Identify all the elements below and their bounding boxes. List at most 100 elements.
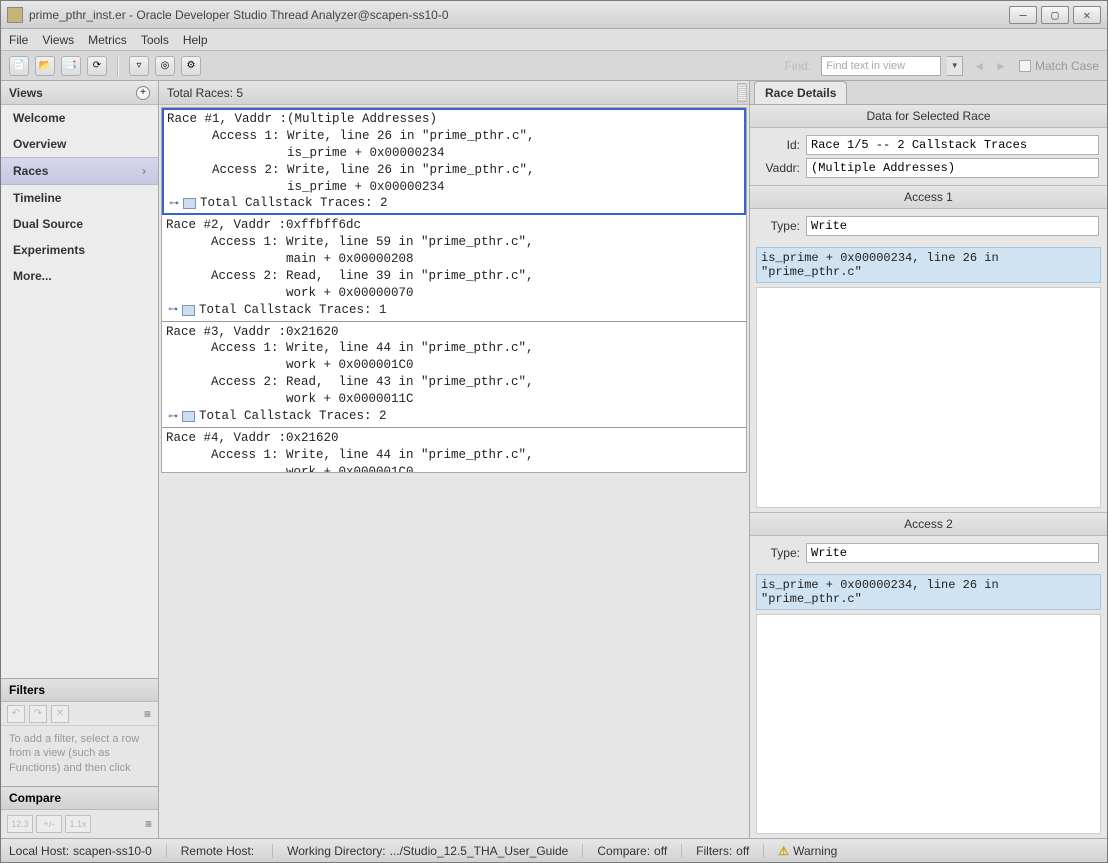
nav-dual-source[interactable]: Dual Source [1, 211, 158, 237]
filter-icon[interactable]: ▿ [129, 56, 149, 76]
a1-type-label: Type: [758, 219, 800, 233]
toolbar-btn-4[interactable]: ⟳ [87, 56, 107, 76]
folder-icon [182, 411, 195, 422]
find-next-icon[interactable]: ► [995, 59, 1007, 73]
race-summary-text: Total Callstack Traces: 1 [199, 302, 387, 319]
race-summary-text: Total Callstack Traces: 2 [199, 408, 387, 425]
race-item-2[interactable]: Race #2, Vaddr :0xffbff6dc Access 1: Wri… [162, 215, 746, 321]
race-list[interactable]: Race #1, Vaddr :(Multiple Addresses) Acc… [161, 107, 747, 473]
a2-type-value: Write [806, 543, 1099, 563]
toolbar-btn-6[interactable]: ◎ [155, 56, 175, 76]
compare-btn-2[interactable]: +/- [36, 815, 62, 833]
compare-menu-icon[interactable]: ≡ [145, 817, 152, 831]
race-details-tab[interactable]: Race Details [754, 81, 847, 104]
status-local-value: scapen-ss10-0 [73, 844, 152, 858]
race-summary-row[interactable]: ⊶ Total Callstack Traces: 2 [166, 408, 742, 425]
close-button[interactable]: ✕ [1073, 6, 1101, 24]
folder-icon [182, 305, 195, 316]
add-view-button[interactable]: + [136, 86, 150, 100]
filters-hint: To add a filter, select a row from a vie… [1, 726, 158, 786]
status-filters-value: off [736, 844, 749, 858]
window-title: prime_pthr_inst.er - Oracle Developer St… [29, 8, 1005, 22]
status-filters-label: Filters: [696, 844, 732, 858]
filter-delete-button[interactable]: ✕ [51, 705, 69, 723]
nav-welcome[interactable]: Welcome [1, 105, 158, 131]
nav-more[interactable]: More... [1, 263, 158, 289]
race-item-4[interactable]: Race #4, Vaddr :0x21620 Access 1: Write,… [162, 428, 746, 473]
access-2-title: Access 2 [750, 513, 1107, 536]
match-case-toggle[interactable]: Match Case [1019, 59, 1099, 73]
compare-btn-1[interactable]: 12.3 [7, 815, 33, 833]
panel-grip[interactable] [737, 83, 747, 102]
nav-races[interactable]: Races › [1, 157, 158, 185]
match-case-label: Match Case [1035, 59, 1099, 73]
a1-type-value: Write [806, 216, 1099, 236]
filter-redo-button[interactable]: ↷ [29, 705, 47, 723]
filters-pane: Filters ↶ ↷ ✕ ≡ To add a filter, select … [1, 678, 158, 786]
toolbar-btn-3[interactable]: 📑 [61, 56, 81, 76]
nav-experiments[interactable]: Experiments [1, 237, 158, 263]
total-races-label: Total Races: 5 [167, 86, 243, 100]
compare-title: Compare [1, 786, 158, 810]
toolbar: 📄 📂 📑 ⟳ ▿ ◎ ⚙ Find: Find text in view ▼ … [1, 51, 1107, 81]
menu-help[interactable]: Help [183, 33, 208, 47]
find-dropdown[interactable]: ▼ [947, 56, 963, 76]
nav-overview[interactable]: Overview [1, 131, 158, 157]
toolbar-btn-2[interactable]: 📂 [35, 56, 55, 76]
app-icon [7, 7, 23, 23]
id-label: Id: [758, 138, 800, 152]
filters-title: Filters [1, 679, 158, 702]
access-1-title: Access 1 [750, 186, 1107, 209]
a2-type-label: Type: [758, 546, 800, 560]
folder-icon [183, 198, 196, 209]
race-item-1[interactable]: Race #1, Vaddr :(Multiple Addresses) Acc… [162, 108, 746, 215]
expand-icon[interactable]: ⊶ [168, 303, 178, 317]
maximize-button[interactable]: ▢ [1041, 6, 1069, 24]
a1-callstack-area[interactable] [756, 287, 1101, 508]
find-label: Find: [785, 59, 812, 73]
compare-btn-3[interactable]: 1.1x [65, 815, 91, 833]
a2-call-row[interactable]: is_prime + 0x00000234, line 26 in "prime… [756, 574, 1101, 610]
sidebar-title: Views [9, 86, 43, 100]
vaddr-label: Vaddr: [758, 161, 800, 175]
compare-pane: Compare 12.3 +/- 1.1x ≡ [1, 786, 158, 838]
access-2-block: Access 2 Type: Write is_prime + 0x000002… [750, 512, 1107, 839]
race-summary-row[interactable]: ⊶ Total Callstack Traces: 1 [166, 302, 742, 319]
minimize-button[interactable]: — [1009, 6, 1037, 24]
toolbar-sep-1 [117, 56, 119, 76]
menu-file[interactable]: File [9, 33, 28, 47]
menu-tools[interactable]: Tools [141, 33, 169, 47]
id-value: Race 1/5 -- 2 Callstack Traces [806, 135, 1099, 155]
title-bar: prime_pthr_inst.er - Oracle Developer St… [1, 1, 1107, 29]
race-item-3[interactable]: Race #3, Vaddr :0x21620 Access 1: Write,… [162, 322, 746, 428]
toolbar-btn-1[interactable]: 📄 [9, 56, 29, 76]
settings-icon[interactable]: ⚙ [181, 56, 201, 76]
status-wd-value: .../Studio_12.5_THA_User_Guide [390, 844, 569, 858]
menu-views[interactable]: Views [42, 33, 74, 47]
filters-menu-icon[interactable]: ≡ [144, 707, 152, 721]
center-panel: Total Races: 5 Race #1, Vaddr :(Multiple… [159, 81, 749, 838]
warning-icon: ⚠ [778, 844, 789, 858]
details-panel: Race Details Data for Selected Race Id: … [749, 81, 1107, 838]
match-case-checkbox[interactable] [1019, 60, 1031, 72]
a2-callstack-area[interactable] [756, 614, 1101, 835]
menu-bar: File Views Metrics Tools Help [1, 29, 1107, 51]
sidebar-header: Views + [1, 81, 158, 105]
find-prev-icon[interactable]: ◄ [973, 59, 985, 73]
chevron-right-icon: › [142, 164, 146, 178]
a1-call-row[interactable]: is_prime + 0x00000234, line 26 in "prime… [756, 247, 1101, 283]
status-compare-label: Compare: [597, 844, 650, 858]
nav-timeline[interactable]: Timeline [1, 185, 158, 211]
race-summary-row[interactable]: ⊶Total Callstack Traces: 2 [167, 195, 741, 212]
status-bar: Local Host: scapen-ss10-0 Remote Host: W… [1, 838, 1107, 862]
expand-icon[interactable]: ⊶ [169, 197, 179, 211]
filter-undo-button[interactable]: ↶ [7, 705, 25, 723]
sidebar: Views + Welcome Overview Races › Timelin… [1, 81, 159, 838]
sidebar-nav: Welcome Overview Races › Timeline Dual S… [1, 105, 158, 678]
status-wd-label: Working Directory: [287, 844, 385, 858]
center-header: Total Races: 5 [159, 81, 749, 105]
menu-metrics[interactable]: Metrics [88, 33, 127, 47]
find-input[interactable]: Find text in view [821, 56, 941, 76]
expand-icon[interactable]: ⊶ [168, 410, 178, 424]
status-warning[interactable]: Warning [793, 844, 837, 858]
